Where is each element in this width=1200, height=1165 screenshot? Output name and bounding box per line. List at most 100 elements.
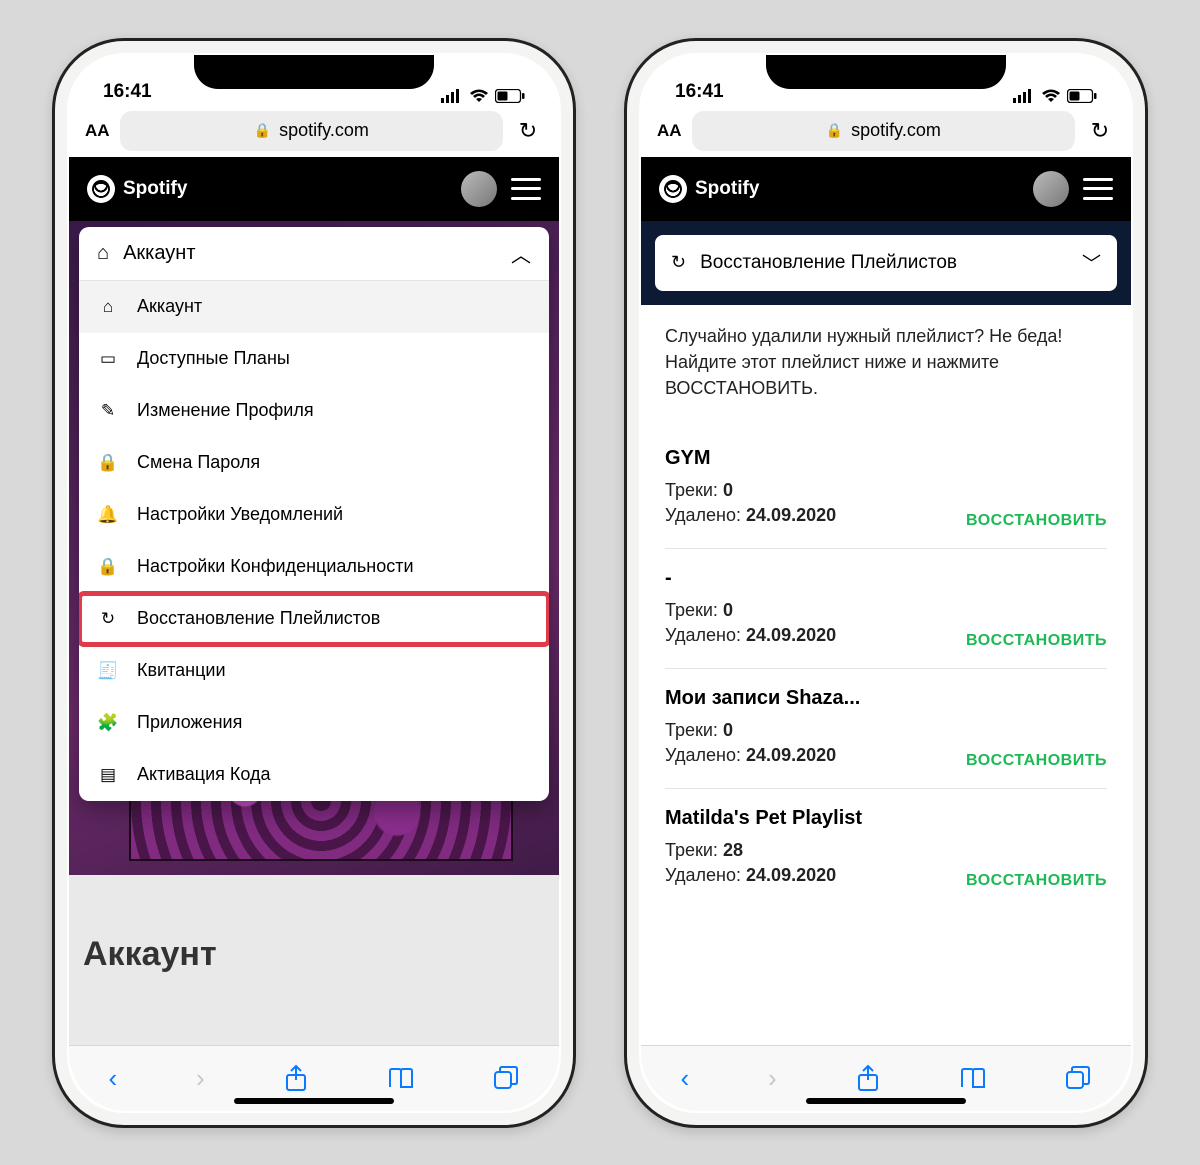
spotify-header: Spotify — [641, 157, 1131, 221]
code-icon: ▤ — [97, 765, 119, 785]
menu-item-change-password[interactable]: 🔒 Смена Пароля — [79, 437, 549, 489]
restore-icon: ↻ — [97, 609, 119, 629]
forward-button[interactable]: › — [196, 1063, 205, 1094]
menu-item-plans[interactable]: ▭ Доступные Планы — [79, 333, 549, 385]
wifi-icon — [1041, 89, 1061, 103]
menu-item-label: Настройки Конфиденциальности — [137, 556, 414, 577]
lock-icon: 🔒 — [826, 122, 843, 139]
reload-icon[interactable]: ↻ — [1085, 118, 1115, 144]
bookmarks-icon[interactable] — [387, 1066, 415, 1090]
share-icon[interactable] — [856, 1064, 880, 1092]
menu-item-edit-profile[interactable]: ✎ Изменение Профиля — [79, 385, 549, 437]
spotify-logo-icon — [659, 175, 687, 203]
status-time: 16:41 — [103, 81, 152, 103]
dropdown-header[interactable]: ⌂ Аккаунт ︿ — [79, 227, 549, 281]
spotify-logo[interactable]: Spotify — [659, 175, 759, 203]
home-icon: ⌂ — [97, 242, 109, 265]
spotify-logo[interactable]: Spotify — [87, 175, 187, 203]
url-text: spotify.com — [279, 120, 369, 141]
signal-icon — [441, 89, 463, 103]
notch — [194, 55, 434, 89]
menu-icon[interactable] — [511, 178, 541, 200]
card-icon: ▭ — [97, 349, 119, 369]
spotify-header: Spotify — [69, 157, 559, 221]
menu-item-label: Приложения — [137, 712, 242, 733]
pencil-icon: ✎ — [97, 401, 119, 421]
playlist-name: Мои записи Shaza... — [665, 687, 1107, 710]
menu-item-restore-playlists[interactable]: ↻ Восстановление Плейлистов — [79, 593, 549, 645]
spotify-brand: Spotify — [123, 178, 187, 200]
account-dropdown: ⌂ Аккаунт ︿ ⌂ Аккаунт ▭ Доступные Планы — [79, 227, 549, 801]
phone-left: 16:41 AA 🔒 spotify.com ↻ — [52, 38, 576, 1128]
menu-item-label: Доступные Планы — [137, 348, 290, 369]
menu-item-label: Аккаунт — [137, 296, 202, 317]
text-size-button[interactable]: AA — [657, 121, 682, 141]
restore-button[interactable]: ВОССТАНОВИТЬ — [966, 512, 1107, 530]
home-icon: ⌂ — [97, 297, 119, 317]
text-size-button[interactable]: AA — [85, 121, 110, 141]
playlist-name: - — [665, 567, 1107, 590]
back-button[interactable]: ‹ — [680, 1063, 689, 1094]
menu-item-notifications[interactable]: 🔔 Настройки Уведомлений — [79, 489, 549, 541]
home-indicator[interactable] — [806, 1098, 966, 1104]
url-text: spotify.com — [851, 120, 941, 141]
forward-button[interactable]: › — [768, 1063, 777, 1094]
lock-icon: 🔒 — [254, 122, 271, 139]
spotify-brand: Spotify — [695, 178, 759, 200]
share-icon[interactable] — [284, 1064, 308, 1092]
menu-item-apps[interactable]: 🧩 Приложения — [79, 697, 549, 749]
puzzle-icon: 🧩 — [97, 713, 119, 733]
playlist-name: Matilda's Pet Playlist — [665, 807, 1107, 830]
phone-right: 16:41 AA 🔒 spotify.com ↻ — [624, 38, 1148, 1128]
menu-item-label: Восстановление Плейлистов — [137, 608, 380, 629]
playlist-tracks: Треки: 0 — [665, 600, 1107, 621]
playlist-row: Мои записи Shaza... Треки: 0 Удалено: 24… — [665, 669, 1107, 789]
menu-item-label: Смена Пароля — [137, 452, 260, 473]
receipt-icon: 🧾 — [97, 661, 119, 681]
restore-button[interactable]: ВОССТАНОВИТЬ — [966, 872, 1107, 890]
browser-address-bar: AA 🔒 spotify.com ↻ — [69, 105, 559, 157]
menu-item-receipts[interactable]: 🧾 Квитанции — [79, 645, 549, 697]
avatar[interactable] — [1033, 171, 1069, 207]
restore-button[interactable]: ВОССТАНОВИТЬ — [966, 632, 1107, 650]
menu-icon[interactable] — [1083, 178, 1113, 200]
chevron-down-icon: ﹀ — [1082, 249, 1101, 276]
tabs-icon[interactable] — [493, 1065, 519, 1091]
browser-address-bar: AA 🔒 spotify.com ↻ — [641, 105, 1131, 157]
url-field[interactable]: 🔒 spotify.com — [120, 111, 503, 151]
menu-item-label: Квитанции — [137, 660, 226, 681]
section-selector[interactable]: ↻ Восстановление Плейлистов ﹀ — [655, 235, 1117, 291]
dropdown-header-label: Аккаунт — [123, 242, 195, 265]
playlist-tracks: Треки: 0 — [665, 480, 1107, 501]
reload-icon[interactable]: ↻ — [513, 118, 543, 144]
menu-item-label: Изменение Профиля — [137, 400, 314, 421]
page-title: Аккаунт — [69, 875, 559, 1045]
wifi-icon — [469, 89, 489, 103]
bell-icon: 🔔 — [97, 505, 119, 525]
url-field[interactable]: 🔒 spotify.com — [692, 111, 1075, 151]
status-time: 16:41 — [675, 81, 724, 103]
menu-item-privacy[interactable]: 🔒 Настройки Конфиденциальности — [79, 541, 549, 593]
menu-item-label: Настройки Уведомлений — [137, 504, 343, 525]
playlist-tracks: Треки: 0 — [665, 720, 1107, 741]
battery-icon — [1067, 89, 1097, 103]
section-title: Восстановление Плейлистов — [700, 252, 957, 274]
lock-icon: 🔒 — [97, 557, 119, 577]
lock-icon: 🔒 — [97, 453, 119, 473]
signal-icon — [1013, 89, 1035, 103]
chevron-up-icon: ︿ — [511, 239, 531, 268]
playlist-name: GYM — [665, 447, 1107, 470]
back-button[interactable]: ‹ — [108, 1063, 117, 1094]
restore-icon: ↻ — [671, 252, 686, 273]
menu-item-redeem-code[interactable]: ▤ Активация Кода — [79, 749, 549, 801]
tabs-icon[interactable] — [1065, 1065, 1091, 1091]
playlist-row: - Треки: 0 Удалено: 24.09.2020 ВОССТАНОВ… — [665, 549, 1107, 669]
bookmarks-icon[interactable] — [959, 1066, 987, 1090]
notch — [766, 55, 1006, 89]
avatar[interactable] — [461, 171, 497, 207]
intro-text: Случайно удалили нужный плейлист? Не бед… — [665, 323, 1107, 401]
menu-item-account[interactable]: ⌂ Аккаунт — [79, 281, 549, 333]
home-indicator[interactable] — [234, 1098, 394, 1104]
playlist-tracks: Треки: 28 — [665, 840, 1107, 861]
restore-button[interactable]: ВОССТАНОВИТЬ — [966, 752, 1107, 770]
